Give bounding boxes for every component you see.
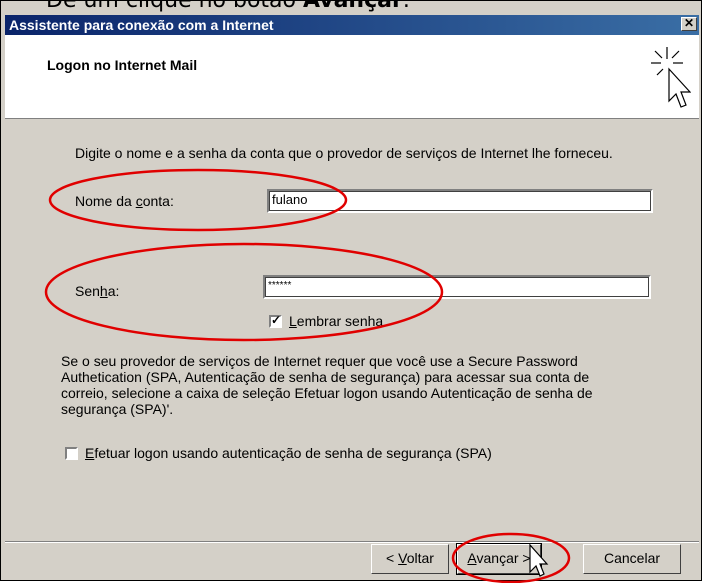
button-separator: [5, 541, 699, 543]
intro-text: Digite o nome e a senha da conta que o p…: [75, 145, 613, 161]
back-button[interactable]: < Voltar: [371, 544, 449, 574]
instruction-caption: Dê um clique no botão Avançar.: [46, 0, 410, 13]
spa-description: Se o seu provedor de serviços de Interne…: [61, 353, 593, 417]
remember-password-checkbox[interactable]: ✓: [269, 313, 282, 328]
check-icon: ✓: [271, 313, 282, 327]
password-input[interactable]: ******: [263, 275, 651, 299]
password-label: Senha:: [75, 283, 120, 299]
wizard-header: Logon no Internet Mail: [5, 35, 699, 119]
next-button[interactable]: Avançar >: [456, 543, 542, 575]
window-title: Assistente para conexão com a Internet: [9, 17, 274, 33]
close-icon: ✕: [683, 16, 695, 30]
page-title: Logon no Internet Mail: [47, 57, 198, 73]
account-name-label: Nome da conta:: [75, 193, 174, 209]
cancel-button[interactable]: Cancelar: [583, 544, 681, 574]
spa-checkbox[interactable]: [65, 447, 78, 460]
spa-checkbox-label[interactable]: Efetuar logon usando autenticação de sen…: [85, 445, 492, 461]
wizard-body: Digite o nome e a senha da conta que o p…: [5, 121, 699, 546]
remember-password-label[interactable]: Lembrar senha: [289, 313, 383, 329]
wizard-window: Assistente para conexão com a Internet ✕…: [0, 0, 702, 581]
title-bar[interactable]: Assistente para conexão com a Internet ✕: [5, 15, 699, 35]
close-button[interactable]: ✕: [681, 17, 697, 31]
account-name-input[interactable]: fulano: [267, 189, 653, 213]
wizard-cursor-icon: [651, 47, 691, 108]
